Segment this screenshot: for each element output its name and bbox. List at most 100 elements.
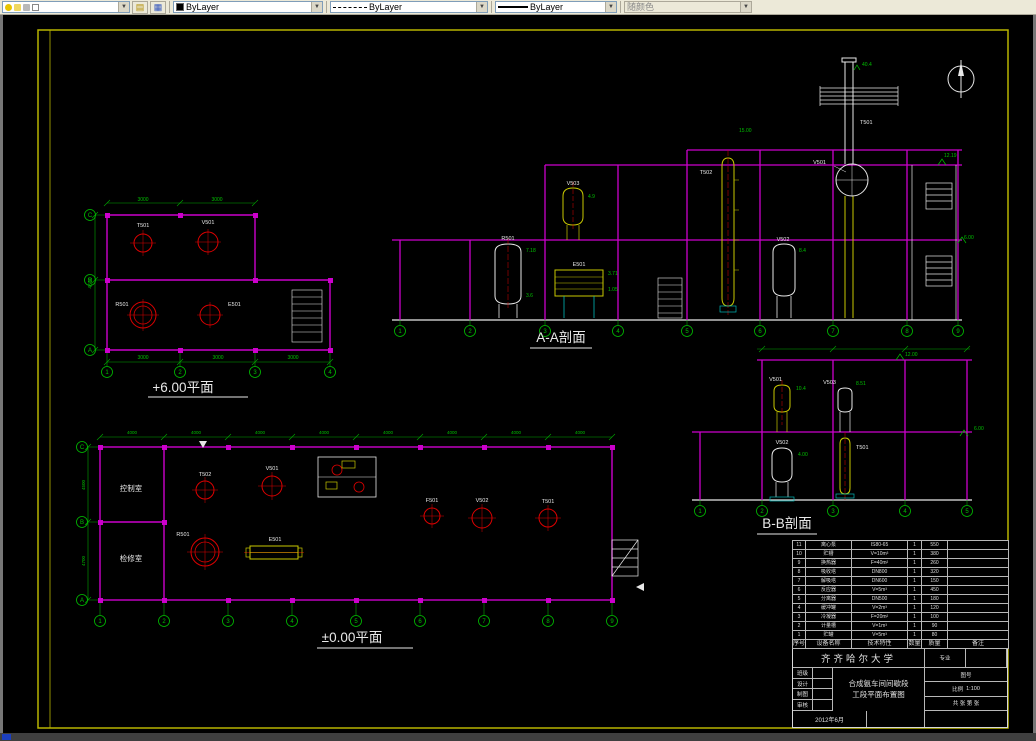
equip-no: 4 xyxy=(792,603,806,613)
equipment-tag: T501 xyxy=(856,445,869,451)
field-value xyxy=(813,689,832,699)
view-label: +6.00平面 xyxy=(152,380,213,395)
title-block: 11 离心泵 IS80-65 1 550 10 贮槽 V=10m³ 1 380 … xyxy=(792,540,1009,728)
equipment-tag: V502 xyxy=(777,237,790,243)
equip-spec: V=2m³ xyxy=(851,603,908,613)
make-layer-current-button[interactable]: ▦ xyxy=(150,0,166,14)
header-note: 备注 xyxy=(947,639,1009,649)
dimension-label: 4000 xyxy=(127,430,138,435)
empty-cell xyxy=(925,711,1007,727)
equipment-tag: T502 xyxy=(700,170,713,176)
equip-qty: 1 xyxy=(907,612,922,622)
dimension-label: 3000 xyxy=(137,197,148,203)
header-name: 设备名称 xyxy=(805,639,852,649)
layer-properties-button[interactable]: ▤ xyxy=(132,0,148,14)
grid-bubble-label: B xyxy=(80,520,84,526)
elevation-label: 3.6 xyxy=(526,293,533,299)
equip-note xyxy=(947,612,1009,622)
equipment-table: 11 离心泵 IS80-65 1 550 10 贮槽 V=10m³ 1 380 … xyxy=(792,540,1009,649)
equip-weight: 550 xyxy=(921,540,948,550)
dimension-label: 3000 xyxy=(287,355,298,361)
equipment-tag: E501 xyxy=(228,302,241,308)
column-t502 xyxy=(719,150,739,315)
plan-0-view: 4000 4000 4000 4000 4000 4000 4000 4000 … xyxy=(76,430,644,649)
drawing-title-line1: 合成氨车间间歇段 xyxy=(848,679,909,689)
equipment-row: 8 吸收塔 DN800 1 320 xyxy=(792,567,1009,577)
equip-name: 离心泵 xyxy=(805,540,852,550)
left-gutter xyxy=(0,15,3,733)
grid-bubble-label: 2 xyxy=(178,370,182,376)
equipment-tag: T501 xyxy=(137,223,150,229)
grid-bubble-label: 5 xyxy=(965,509,969,515)
grid-bubble-label: 1 xyxy=(98,619,102,625)
equipment-tag: V501 xyxy=(813,160,826,166)
title-block-right: 图号 比例 1:100 共 张 第 张 xyxy=(925,668,1007,712)
equipment-tag: R501 xyxy=(115,302,128,308)
dimension-label: 3000 xyxy=(211,197,222,203)
equip-spec: V=5m³ xyxy=(851,630,908,640)
stair-symbol xyxy=(291,289,323,343)
vessel-v501 xyxy=(773,380,791,432)
elevation-label: 7.18 xyxy=(526,248,536,254)
equipment-tag: R501 xyxy=(176,532,189,538)
field-value xyxy=(813,668,832,678)
layer-combo[interactable]: ▼ xyxy=(2,1,130,13)
instrument-panel xyxy=(317,456,377,498)
grid-bubble-label: 2 xyxy=(760,509,764,515)
vessel-r501 xyxy=(494,238,522,318)
layer-on-icon xyxy=(5,3,12,11)
room-label: 检修室 xyxy=(120,553,143,563)
toolbar-separator xyxy=(326,1,327,13)
field-row: 设计 xyxy=(793,678,832,690)
lineweight-combo[interactable]: ByLayer ▼ xyxy=(495,1,617,13)
dimension-label: 4000 xyxy=(511,430,522,435)
view-label: A-A剖面 xyxy=(536,330,586,345)
grid-bubble-label: 4 xyxy=(616,329,620,335)
equip-note xyxy=(947,621,1009,631)
command-indicator xyxy=(2,734,11,740)
equip-spec: F=20m² xyxy=(851,612,908,622)
equip-note xyxy=(947,603,1009,613)
linetype-combo-value: ByLayer xyxy=(369,2,403,12)
equipment-tag: V501 xyxy=(202,220,215,226)
equip-qty: 1 xyxy=(907,576,922,586)
model-space-canvas[interactable]: 3000 3000 3000 3000 3000 4500 T501 V501 … xyxy=(0,15,1036,733)
exchanger-e501 xyxy=(554,269,604,318)
equip-qty: 1 xyxy=(907,558,922,568)
sheet-count-cell: 共 张 第 张 xyxy=(925,697,1007,712)
equipment-tag: E501 xyxy=(573,262,586,268)
equipment-row: 4 缓冲罐 V=2m³ 1 120 xyxy=(792,603,1009,613)
grid-bubbles xyxy=(76,441,618,627)
lineweight-combo-value: ByLayer xyxy=(530,2,564,12)
bylayer-color-swatch xyxy=(176,3,184,11)
view-label: B-B剖面 xyxy=(762,516,812,531)
equip-no: 6 xyxy=(792,585,806,595)
cad-application-window: ▼ ▤ ▦ ByLayer ▼ ByLayer ▼ ByLayer ▼ 随颜色 xyxy=(0,0,1036,741)
grid-bubble-label: 9 xyxy=(956,329,960,335)
elevation-label: 6.00 xyxy=(964,235,974,241)
equip-qty: 1 xyxy=(907,567,922,577)
equip-spec: V=1m³ xyxy=(851,621,908,631)
grid-bubble-label: 1 xyxy=(398,329,402,335)
field-row: 制图 xyxy=(793,689,832,701)
equipment-circles xyxy=(187,472,561,570)
equipment-tag: T501 xyxy=(860,120,873,126)
drawing-title-line2: 工段平面布置图 xyxy=(852,690,905,700)
equip-qty: 1 xyxy=(907,540,922,550)
equipment-row: 7 解吸塔 DN600 1 150 xyxy=(792,576,1009,586)
header-no: 序号 xyxy=(792,639,806,649)
equipment-row: 3 冷凝器 F=20m² 1 100 xyxy=(792,612,1009,622)
elevation-markers xyxy=(895,353,969,437)
grid-bubble-label: 7 xyxy=(482,619,486,625)
dimension-label: 4500 xyxy=(81,479,86,490)
equip-weight: 150 xyxy=(921,576,948,586)
grid-bubble-label: C xyxy=(88,213,93,219)
equip-qty: 1 xyxy=(907,603,922,613)
linetype-combo[interactable]: ByLayer ▼ xyxy=(330,1,488,13)
walls xyxy=(99,446,613,601)
color-combo[interactable]: ByLayer ▼ xyxy=(173,1,323,13)
equip-note xyxy=(947,540,1009,550)
grid-bubble-label: 4 xyxy=(903,509,907,515)
lineweight-sample-icon xyxy=(498,6,528,8)
equipment-row: 2 计量槽 V=1m³ 1 90 xyxy=(792,621,1009,631)
